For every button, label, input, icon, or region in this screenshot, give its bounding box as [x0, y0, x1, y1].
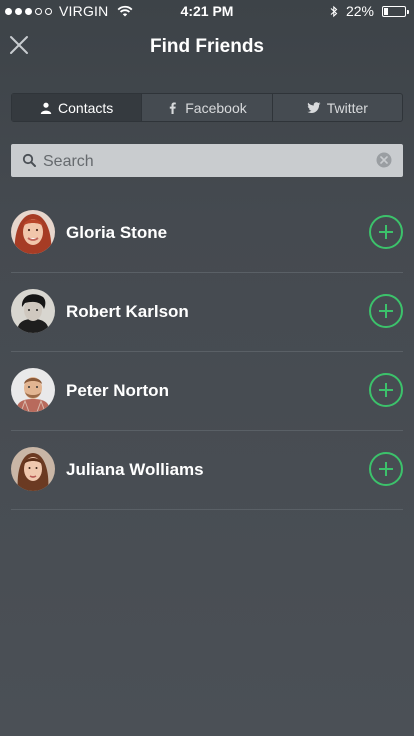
find-friends-screen: VIRGIN 4:21 PM 22% Find Friends Contacts…: [0, 0, 414, 736]
add-friend-button[interactable]: [369, 215, 403, 249]
facebook-icon: [170, 102, 177, 114]
clear-search-icon[interactable]: [376, 152, 392, 168]
battery-percent: 22%: [345, 3, 374, 19]
avatar: [11, 289, 55, 333]
avatar-photo-peter: [11, 368, 55, 412]
search-input[interactable]: [41, 144, 375, 179]
add-friend-button[interactable]: [369, 373, 403, 407]
source-tabs: Contacts Facebook Twitter: [11, 93, 403, 122]
tab-twitter[interactable]: Twitter: [273, 94, 402, 121]
avatar: [11, 447, 55, 491]
avatar-photo-juliana: [11, 447, 55, 491]
avatar-photo-robert: [11, 289, 55, 333]
add-friend-button[interactable]: [369, 294, 403, 328]
avatar-photo-gloria: [11, 210, 55, 254]
contact-name: Gloria Stone: [66, 223, 168, 242]
avatar: [11, 210, 55, 254]
nav-bar: Find Friends: [0, 22, 414, 70]
list-item[interactable]: Peter Norton: [11, 352, 403, 431]
contact-name: Peter Norton: [66, 381, 169, 400]
twitter-bird-icon: [306, 101, 321, 113]
tab-label: Contacts: [58, 99, 114, 116]
avatar: [11, 368, 55, 412]
contact-name: Juliana Wolliams: [66, 460, 204, 479]
plus-icon: [379, 383, 393, 397]
tab-facebook[interactable]: Facebook: [142, 94, 273, 121]
plus-icon: [379, 462, 393, 476]
search-bar: [11, 144, 403, 179]
tab-contacts[interactable]: Contacts: [12, 94, 143, 121]
battery-fill: [384, 7, 389, 15]
battery-icon: [382, 5, 409, 17]
contacts-list: Gloria Stone Robert Karlson Peter Norton…: [0, 194, 414, 510]
bluetooth-icon: [330, 5, 338, 17]
status-right: 22%: [330, 3, 409, 19]
person-icon: [40, 102, 52, 114]
list-item[interactable]: Robert Karlson: [11, 273, 403, 352]
page-title: Find Friends: [150, 36, 264, 57]
battery-tip: [407, 9, 409, 14]
tab-label: Twitter: [326, 99, 368, 116]
list-item[interactable]: Gloria Stone: [11, 194, 403, 273]
status-bar: VIRGIN 4:21 PM 22%: [0, 0, 414, 22]
plus-icon: [379, 225, 393, 239]
plus-icon: [379, 304, 393, 318]
tab-label: Facebook: [185, 99, 247, 116]
search-icon: [22, 153, 36, 167]
contact-name: Robert Karlson: [66, 302, 189, 321]
add-friend-button[interactable]: [369, 452, 403, 486]
list-item[interactable]: Juliana Wolliams: [11, 431, 403, 510]
